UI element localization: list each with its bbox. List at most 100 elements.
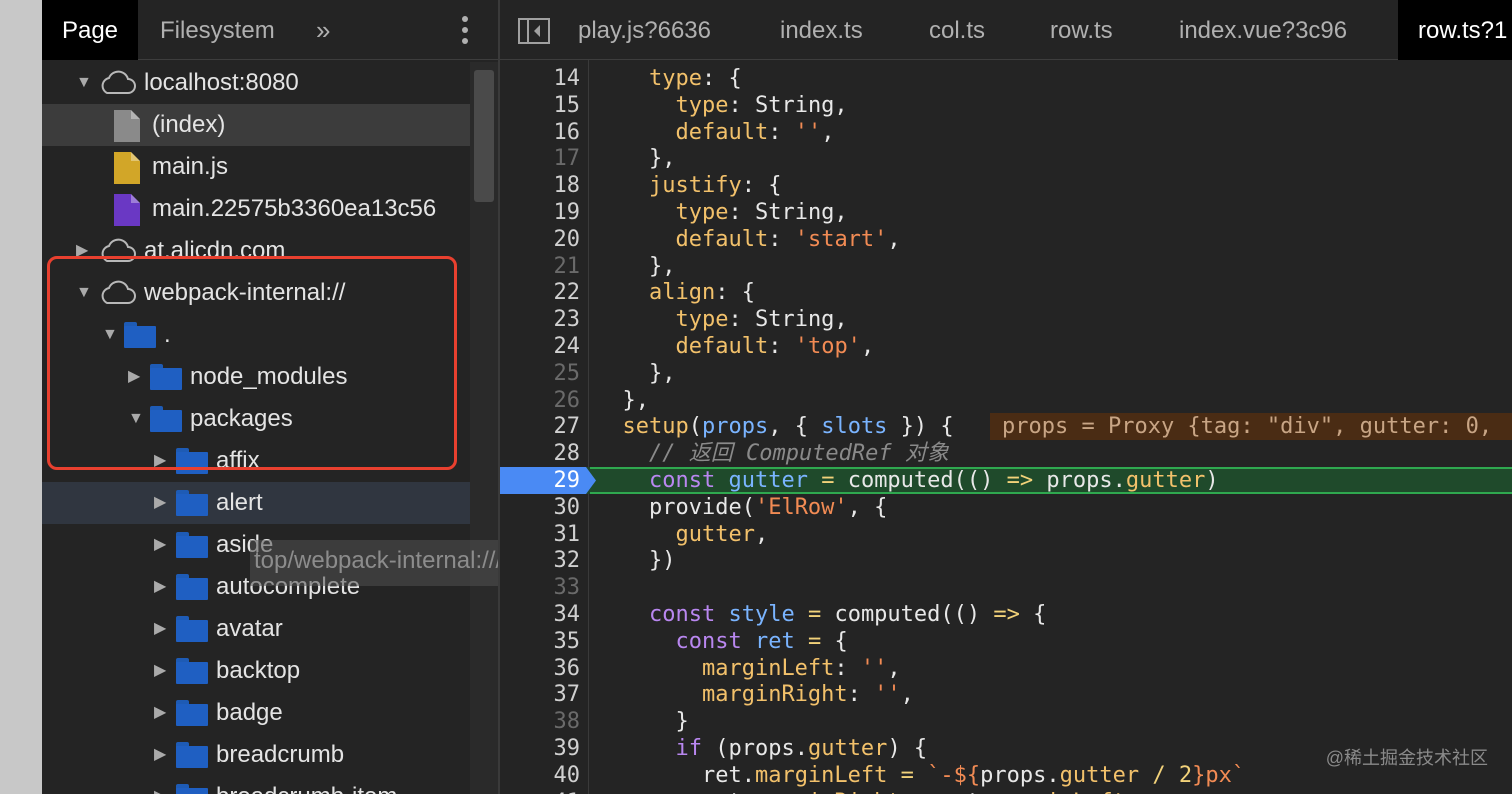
line-number[interactable]: 16 (500, 119, 581, 146)
tree-item-label: main.22575b3360ea13c56 (152, 195, 437, 222)
triangle-right-icon[interactable]: ▶ (154, 608, 166, 650)
line-number[interactable]: 27 (500, 413, 581, 440)
tree-item-label: (index) (152, 111, 226, 138)
line-number[interactable]: 21 (500, 253, 581, 280)
editor-tab[interactable]: col.ts (929, 0, 985, 60)
triangle-right-icon[interactable]: ▶ (154, 692, 166, 734)
code-line: 20 default: 'start', (500, 226, 1512, 253)
line-number[interactable]: 34 (500, 601, 581, 628)
line-number[interactable]: 32 (500, 547, 581, 574)
navigator-scrollbar[interactable] (470, 62, 498, 794)
editor-tab[interactable]: index.vue?3c96 (1179, 0, 1347, 60)
tree-folder-item[interactable]: ▶ avatar (42, 608, 470, 650)
line-number[interactable]: 31 (500, 521, 581, 548)
line-number[interactable]: 28 (500, 440, 581, 467)
code-text: }, (596, 146, 676, 172)
code-text: default: 'top', (675, 334, 875, 359)
editor-tab-active[interactable]: row.ts?1 (1398, 0, 1512, 60)
document-icon (114, 152, 140, 184)
tree-folder-item[interactable]: ▶ breadcrumb-item (42, 776, 470, 794)
line-number[interactable]: 19 (500, 199, 581, 226)
line-number[interactable]: 20 (500, 226, 581, 253)
tab-page[interactable]: Page (42, 0, 138, 60)
editor-tab-bar: play.js?6636 index.ts col.ts row.ts inde… (500, 0, 1512, 60)
triangle-right-icon[interactable]: ▶ (154, 650, 166, 692)
code-text: const style = computed(() => { (648, 602, 1047, 627)
code-text: type: String, (675, 307, 848, 333)
code-text: ret.marginLeft = `-${props.gutter / 2}px… (596, 762, 1246, 788)
tree-domain-item[interactable]: ▼ localhost:8080 (42, 62, 470, 104)
tree-folder-item[interactable]: ▶ alert (42, 482, 470, 524)
tree-item-label: breadcrumb-item (216, 776, 397, 794)
editor-tab[interactable]: play.js?6636 (578, 0, 711, 60)
code-text: type: String, (675, 200, 848, 225)
code-text: marginLeft: '', (701, 655, 901, 681)
scrollbar-thumb[interactable] (474, 70, 494, 202)
tree-folder-item[interactable]: ▶ backtop (42, 650, 470, 692)
line-number[interactable]: 22 (500, 279, 581, 306)
triangle-right-icon[interactable]: ▶ (154, 776, 166, 794)
code-line: 19 type: String, (500, 199, 1512, 226)
code-line: 22 align: { (500, 279, 1512, 306)
line-number[interactable]: 41 (500, 789, 581, 794)
code-text: provide('ElRow', { (596, 494, 888, 520)
line-number[interactable]: 33 (500, 574, 581, 601)
code-line: 21 }, (500, 253, 1512, 280)
tree-folder-item[interactable]: ▶ badge (42, 692, 470, 734)
editor-tab[interactable]: row.ts (1050, 0, 1113, 60)
triangle-right-icon[interactable]: ▶ (154, 734, 166, 776)
code-line: 14 type: { (500, 65, 1512, 92)
line-number[interactable]: 39 (500, 735, 581, 762)
line-number[interactable]: 37 (500, 681, 581, 708)
line-number[interactable]: 25 (500, 360, 581, 387)
line-number[interactable]: 26 (500, 387, 581, 414)
code-text: }, (596, 360, 676, 386)
kebab-menu-icon[interactable] (452, 14, 478, 46)
code-line: 24 default: 'top', (500, 333, 1512, 360)
line-number[interactable]: 18 (500, 172, 581, 199)
folder-icon (176, 490, 208, 516)
inline-variable-value[interactable]: props = Proxy {tag: "div", gutter: 0, (990, 413, 1512, 441)
code-text: const gutter = computed(() => props.gutt… (648, 468, 1219, 493)
folder-icon (176, 700, 208, 726)
line-number[interactable]: 14 (500, 65, 581, 92)
navigator-tab-bar: Page Filesystem » (42, 0, 498, 60)
editor-tab[interactable]: index.ts (780, 0, 863, 60)
code-line: 34 const style = computed(() => { (500, 601, 1512, 628)
code-line: 33 (500, 574, 1512, 601)
toggle-navigator-icon[interactable] (518, 18, 550, 44)
code-line: 36 marginLeft: '', (500, 655, 1512, 682)
line-number[interactable]: 30 (500, 494, 581, 521)
tree-item-label: badge (216, 699, 283, 726)
code-text: // 返回 ComputedRef 对象 (648, 441, 949, 467)
tree-file-item[interactable]: main.js (42, 146, 470, 188)
line-number[interactable]: 23 (500, 306, 581, 333)
line-number[interactable]: 35 (500, 628, 581, 655)
code-text: type: { (648, 66, 742, 91)
triangle-right-icon[interactable]: ▶ (154, 566, 166, 608)
line-number[interactable]: 15 (500, 92, 581, 119)
triangle-right-icon[interactable]: ▶ (154, 482, 166, 524)
tab-filesystem[interactable]: Filesystem (160, 0, 275, 60)
tree-item-label: avatar (216, 615, 283, 642)
line-number[interactable]: 40 (500, 762, 581, 789)
line-number[interactable]: 38 (500, 708, 581, 735)
line-number[interactable]: 36 (500, 655, 581, 682)
folder-icon (176, 574, 208, 600)
line-number[interactable]: 17 (500, 145, 581, 172)
code-line: 32 }) (500, 547, 1512, 574)
line-number[interactable]: 24 (500, 333, 581, 360)
code-text: }) (596, 548, 676, 574)
tree-folder-item[interactable]: ▶ breadcrumb (42, 734, 470, 776)
folder-icon (176, 742, 208, 768)
triangle-down-icon[interactable]: ▼ (76, 62, 92, 104)
tree-item-label: alert (216, 489, 263, 516)
tree-file-item[interactable]: main.22575b3360ea13c56 (42, 188, 470, 230)
tree-file-item[interactable]: (index) (42, 104, 470, 146)
line-number[interactable]: 29 (500, 467, 581, 494)
folder-icon (176, 532, 208, 558)
triangle-right-icon[interactable]: ▶ (154, 524, 166, 566)
more-tabs-icon[interactable]: » (316, 0, 330, 60)
code-text: default: '', (675, 119, 835, 145)
annotation-highlight-box (47, 256, 457, 470)
